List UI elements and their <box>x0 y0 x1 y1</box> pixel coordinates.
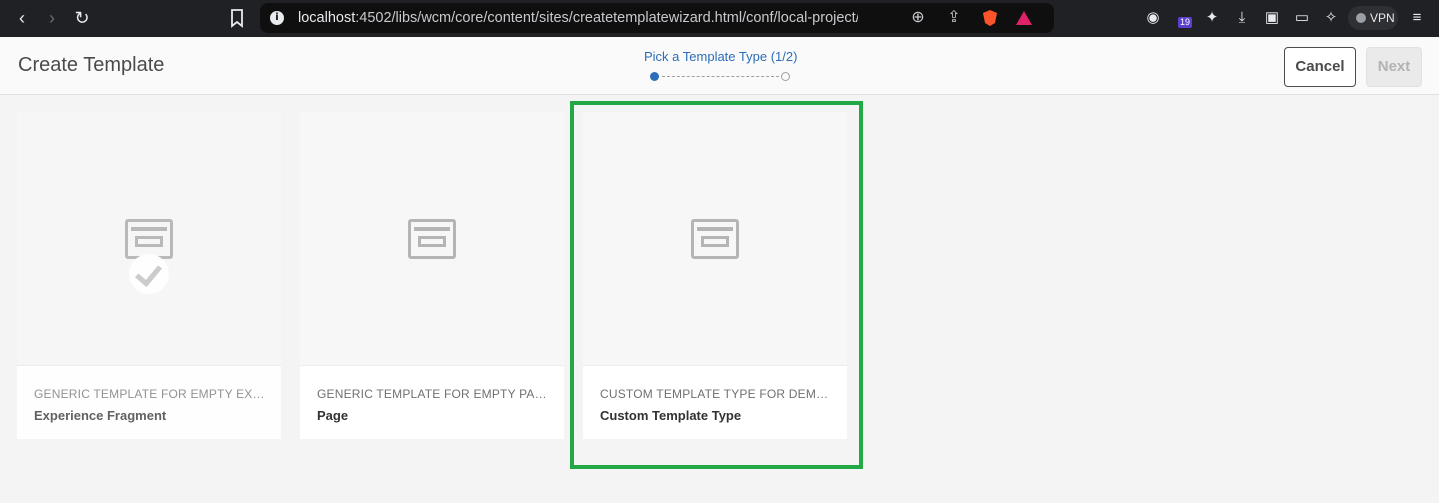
extension-badge-icon[interactable]: 19 <box>1174 7 1196 29</box>
template-icon <box>408 219 456 259</box>
downloads-icon[interactable]: ⤓ <box>1231 7 1253 29</box>
selected-check-icon <box>129 254 169 294</box>
browser-toolbar: ‹ › ↻ i localhost:4502/libs/wcm/core/con… <box>0 0 1439 37</box>
extension-badge-count: 19 <box>1178 17 1193 28</box>
step-label: Pick a Template Type (1/2) <box>644 49 798 64</box>
brave-shield-icon[interactable] <box>980 8 1000 28</box>
wallet-icon[interactable]: ▭ <box>1291 7 1313 29</box>
url-host: localhost <box>298 10 356 26</box>
card-description: GENERIC TEMPLATE FOR EMPTY EXPER... <box>34 387 266 401</box>
next-button[interactable]: Next <box>1366 47 1422 87</box>
vpn-label: VPN <box>1370 11 1395 25</box>
brave-rewards-icon[interactable] <box>1014 8 1034 28</box>
template-card-page[interactable]: GENERIC TEMPLATE FOR EMPTY PAGES... Page <box>300 112 564 439</box>
card-description: GENERIC TEMPLATE FOR EMPTY PAGES... <box>317 387 549 401</box>
forward-icon[interactable]: › <box>40 6 64 30</box>
card-title: Experience Fragment <box>34 408 167 423</box>
template-icon <box>125 219 173 259</box>
back-icon[interactable]: ‹ <box>10 6 34 30</box>
cancel-button[interactable]: Cancel <box>1284 47 1356 87</box>
share-icon[interactable]: ⇪ <box>944 8 964 28</box>
vpn-button[interactable]: VPN <box>1348 6 1398 30</box>
step-1-dot <box>650 72 659 81</box>
wizard-header: Create Template Pick a Template Type (1/… <box>0 37 1439 95</box>
address-bar[interactable]: i localhost:4502/libs/wcm/core/content/s… <box>260 3 1054 33</box>
step-progress <box>650 72 790 81</box>
leo-ai-icon[interactable]: ✧ <box>1320 7 1342 29</box>
template-card-experience-fragment[interactable]: GENERIC TEMPLATE FOR EMPTY EXPER... Expe… <box>17 112 281 439</box>
vpn-status-icon <box>1356 13 1366 23</box>
url-path: :4502/libs/wcm/core/content/sites/create… <box>355 10 858 26</box>
card-thumbnail <box>17 112 281 366</box>
zoom-icon[interactable]: ⊕ <box>908 8 928 28</box>
menu-icon[interactable]: ≡ <box>1406 7 1428 29</box>
step-connector <box>662 76 779 77</box>
step-2-dot <box>781 72 790 81</box>
highlight-box <box>570 101 863 469</box>
card-thumbnail <box>300 112 564 366</box>
extension-wallet-icon[interactable]: ◉ <box>1142 7 1164 29</box>
extensions-icon[interactable]: ✦ <box>1201 7 1223 29</box>
url-text: localhost:4502/libs/wcm/core/content/sit… <box>298 10 858 26</box>
site-info-icon[interactable]: i <box>270 11 284 25</box>
bookmark-icon[interactable] <box>228 7 246 29</box>
card-title: Page <box>317 408 349 423</box>
sidebar-icon[interactable]: ▣ <box>1261 7 1283 29</box>
reload-icon[interactable]: ↻ <box>70 6 94 30</box>
page-title: Create Template <box>18 54 165 76</box>
